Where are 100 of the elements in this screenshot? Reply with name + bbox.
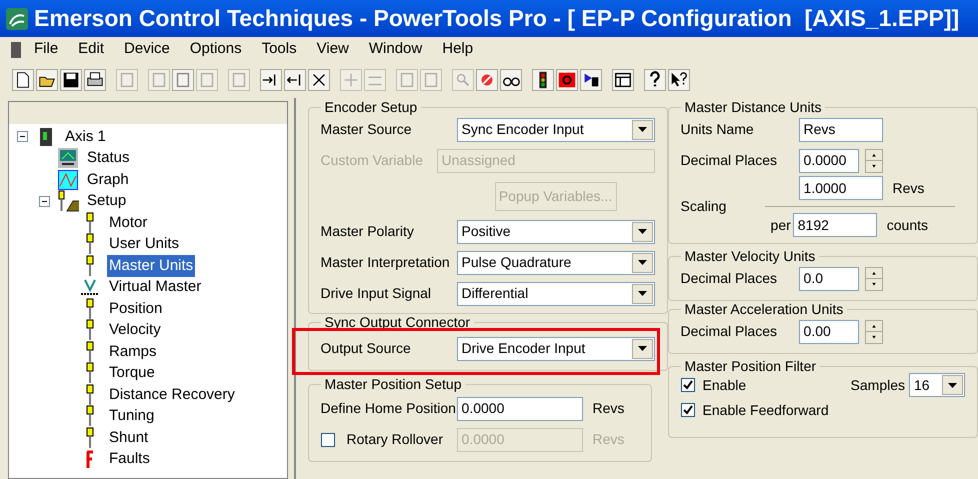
field-label: Master Interpretation: [320, 254, 450, 270]
field-label: per: [770, 216, 791, 235]
arrow-right-icon[interactable]: [260, 69, 282, 91]
field-label: Master Source: [320, 120, 412, 136]
field-label: Output Source: [320, 340, 411, 356]
tree-item[interactable]: Axis 1: [63, 126, 108, 148]
tree-item[interactable]: Velocity: [107, 319, 163, 342]
slider-icon: [85, 212, 95, 234]
context-help-icon[interactable]: [668, 69, 690, 91]
group-title: Master Position Filter: [684, 359, 818, 373]
field-label: Revs: [592, 430, 624, 446]
group-title: Master Distance Units: [684, 100, 822, 114]
caret-icon: [942, 375, 963, 395]
collapse-toggle[interactable]: [16, 131, 28, 142]
dropdown[interactable]: 16: [909, 373, 965, 397]
input-field[interactable]: Revs: [798, 118, 883, 142]
window-title: Emerson Control Techniques - PowerTools Pro - [ EP-P Configuration [AXIS_1.EPP]]: [34, 4, 960, 34]
tree-item[interactable]: Position: [107, 298, 164, 320]
graph-icon: [58, 170, 78, 190]
input-field[interactable]: 0.0000: [456, 396, 583, 420]
new-file-icon[interactable]: [12, 69, 34, 91]
slider-icon: [85, 384, 95, 406]
menu-item[interactable]: Options: [182, 38, 250, 61]
collapse-toggle[interactable]: [38, 196, 50, 207]
caret-icon: [632, 284, 653, 304]
field-label: Revs: [592, 400, 624, 416]
spin-buttons[interactable]: [864, 148, 883, 172]
checkbox[interactable]: [680, 378, 695, 392]
spin-buttons[interactable]: [864, 266, 883, 290]
menu-item[interactable]: Device: [116, 38, 178, 61]
traffic-light-icon[interactable]: [532, 69, 554, 91]
record-icon[interactable]: [556, 69, 578, 91]
group-title: Master Position Setup: [324, 377, 462, 391]
input-field[interactable]: 0.00: [798, 320, 859, 344]
slider-icon: [85, 340, 95, 363]
field-label: Units Name: [680, 120, 754, 136]
tree-item[interactable]: Distance Recovery: [107, 384, 237, 406]
input-field[interactable]: 0.0000: [798, 148, 859, 172]
setup-icon: [57, 190, 79, 212]
menu-item[interactable]: Tools: [254, 38, 305, 61]
slider-icon: [85, 298, 95, 320]
tree-item[interactable]: Shunt: [107, 426, 150, 449]
field-label: Custom Variable: [320, 152, 423, 168]
arrow-left-icon[interactable]: [284, 69, 306, 91]
input-field[interactable]: 0.0: [798, 266, 859, 290]
menu-item[interactable]: Window: [360, 38, 430, 61]
dropdown[interactable]: Sync Encoder Input: [456, 118, 655, 142]
help-icon[interactable]: [644, 69, 666, 91]
field-label: Scaling: [680, 197, 726, 216]
field-label: Rotary Rollover: [346, 430, 444, 449]
menu-item[interactable]: View: [308, 38, 357, 61]
field-label: counts: [886, 216, 928, 234]
caret-icon: [632, 338, 653, 358]
spin-buttons[interactable]: [864, 320, 883, 344]
caret-icon: [632, 120, 653, 140]
tree-item[interactable]: Tuning: [107, 405, 156, 428]
virtual-master-icon: [80, 277, 100, 298]
input-field[interactable]: 8192: [792, 213, 877, 237]
checkbox[interactable]: [680, 403, 695, 417]
dropdown[interactable]: Positive: [456, 220, 655, 244]
field-label: Decimal Places: [680, 270, 778, 286]
tree-item[interactable]: Torque: [107, 362, 157, 384]
cross-icon[interactable]: [308, 69, 330, 91]
tree-item[interactable]: Ramps: [107, 340, 159, 363]
window-icon[interactable]: [612, 69, 634, 91]
tree-item[interactable]: Faults: [107, 448, 152, 470]
field-label: Master Polarity: [320, 222, 414, 238]
dropdown[interactable]: Differential: [456, 282, 655, 306]
menu-item[interactable]: Help: [434, 38, 482, 61]
field-label: Samples: [850, 376, 905, 395]
slider-icon: [85, 426, 95, 449]
tree-item[interactable]: Motor: [107, 212, 150, 234]
open-folder-icon[interactable]: [36, 69, 58, 91]
menu-item[interactable]: Edit: [70, 38, 112, 61]
menu-item[interactable]: File: [26, 38, 66, 61]
tree-item[interactable]: Setup: [85, 190, 128, 212]
tree-item[interactable]: Master Units: [107, 254, 196, 277]
tree-item[interactable]: Virtual Master: [107, 276, 204, 298]
field-label: Enable: [702, 376, 746, 394]
monitor-icon: [58, 148, 78, 168]
tree-item[interactable]: Graph: [85, 168, 131, 191]
print-icon[interactable]: [84, 69, 106, 91]
field-label: Decimal Places: [680, 152, 778, 168]
field-label: Decimal Places: [680, 322, 778, 338]
slider-icon: [85, 254, 95, 277]
input-field[interactable]: 1.0000: [798, 176, 883, 200]
save-icon[interactable]: [60, 69, 82, 91]
slider-icon: [85, 405, 95, 428]
group-title: Sync Output Connector: [324, 315, 472, 329]
field-label: Enable Feedforward: [702, 400, 829, 420]
app-logo-icon: [6, 8, 28, 30]
tree-item[interactable]: User Units: [107, 233, 182, 256]
caret-icon: [632, 252, 653, 272]
caret-icon: [632, 222, 653, 242]
dropdown[interactable]: Drive Encoder Input: [456, 336, 655, 360]
dropdown[interactable]: Pulse Quadrature: [456, 250, 655, 274]
tree-item[interactable]: Status: [85, 147, 132, 170]
glasses-icon[interactable]: [500, 69, 522, 91]
stop-icon[interactable]: [476, 69, 498, 91]
slider-icon: [85, 319, 95, 342]
